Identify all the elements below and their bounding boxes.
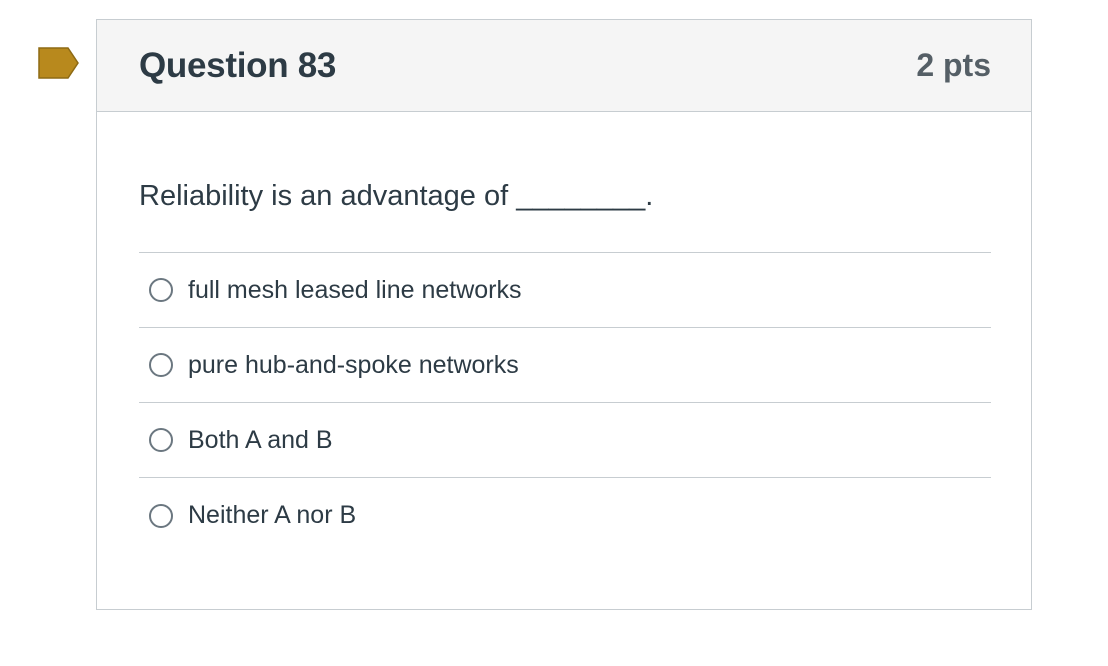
question-flag-icon[interactable] [38, 47, 79, 79]
answer-list: full mesh leased line networks pure hub-… [139, 252, 991, 553]
question-card: Question 83 2 pts Reliability is an adva… [96, 19, 1032, 610]
radio-button[interactable] [149, 503, 173, 528]
answer-label: Neither A nor B [188, 501, 357, 529]
question-body: Reliability is an advantage of ________.… [97, 176, 1031, 553]
answer-option[interactable]: pure hub-and-spoke networks [139, 328, 991, 403]
question-text: Reliability is an advantage of ________. [139, 180, 654, 212]
question-points: 2 pts [916, 47, 991, 83]
radio-button[interactable] [149, 428, 173, 452]
answer-option[interactable]: Neither A nor B [139, 478, 991, 553]
question-title: Question 83 [139, 45, 337, 85]
answer-option[interactable]: full mesh leased line networks [139, 253, 991, 328]
radio-button[interactable] [149, 278, 173, 302]
question-header: Question 83 2 pts [97, 20, 1031, 112]
answer-label: pure hub-and-spoke networks [188, 350, 519, 379]
answer-option[interactable]: Both A and B [139, 403, 991, 478]
answer-label: full mesh leased line networks [188, 275, 522, 304]
radio-button[interactable] [149, 353, 173, 377]
answer-label: Both A and B [188, 425, 333, 454]
